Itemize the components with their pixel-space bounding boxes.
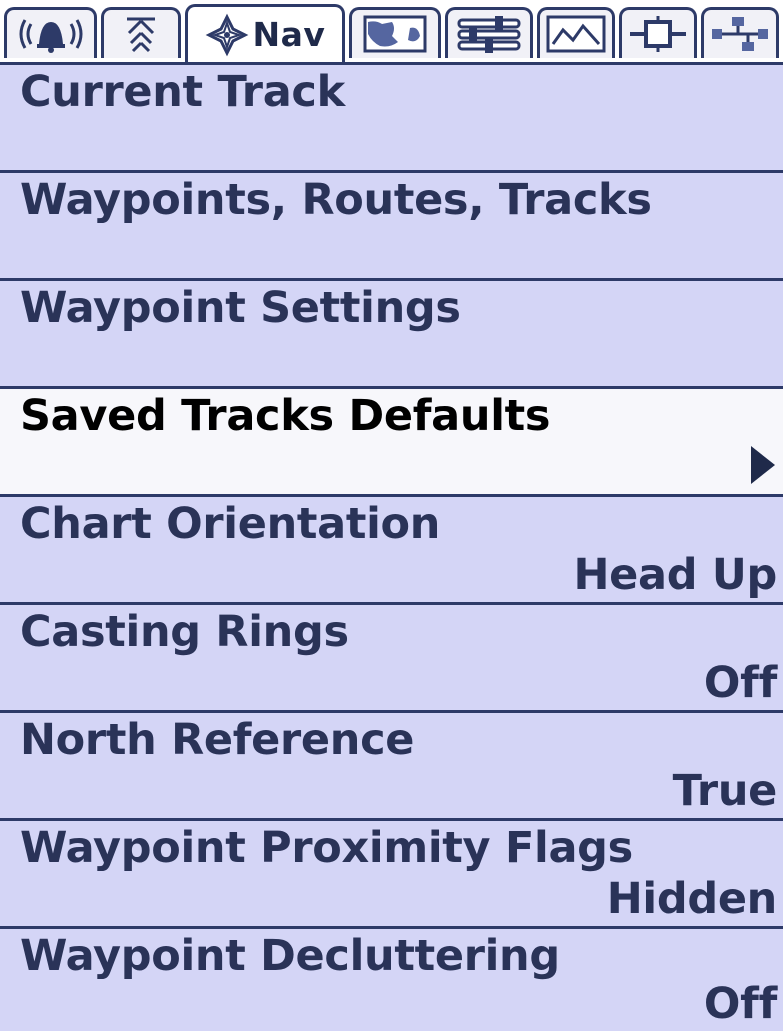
- nav-compass-icon: [205, 13, 249, 57]
- menu-item-casting-rings[interactable]: Casting Rings Off: [0, 602, 783, 710]
- menu-item-label: Waypoint Settings: [20, 283, 461, 333]
- menu-item-north-reference[interactable]: North Reference True: [0, 710, 783, 818]
- menu-item-chart-orientation[interactable]: Chart Orientation Head Up: [0, 494, 783, 602]
- tab-network[interactable]: [701, 7, 779, 58]
- menu-item-value: Head Up: [573, 550, 777, 600]
- menu-item-value: Off: [703, 658, 777, 708]
- menu-item-saved-tracks-defaults[interactable]: Saved Tracks Defaults: [0, 386, 783, 494]
- tab-chart[interactable]: [349, 7, 441, 58]
- chart-map-icon: [362, 14, 428, 54]
- tab-nav[interactable]: Nav: [185, 4, 345, 62]
- settings-sliders-icon: [455, 14, 523, 54]
- menu-item-label: North Reference: [20, 715, 415, 765]
- tab-setup[interactable]: [445, 7, 533, 58]
- menu-item-value: Hidden: [606, 874, 778, 924]
- tab-alarms[interactable]: [4, 7, 97, 58]
- menu-item-label: Saved Tracks Defaults: [20, 391, 551, 441]
- tab-nav-label: Nav: [252, 15, 326, 54]
- menu-item-label: Waypoint Proximity Flags: [20, 823, 633, 873]
- accessory-module-icon: [628, 14, 688, 54]
- tab-accessories[interactable]: [619, 7, 697, 58]
- menu-item-label: Chart Orientation: [20, 499, 441, 549]
- menu-item-value: Off: [703, 979, 777, 1029]
- view-screen-icon: [545, 14, 607, 54]
- menu-item-label: Casting Rings: [20, 607, 349, 657]
- menu-item-label: Waypoint Decluttering: [20, 931, 560, 981]
- menu-item-waypoints-routes-tracks[interactable]: Waypoints, Routes, Tracks: [0, 170, 783, 278]
- menu-item-label: Current Track: [20, 67, 345, 117]
- menu-item-waypoint-settings[interactable]: Waypoint Settings: [0, 278, 783, 386]
- tab-bar: Nav: [0, 0, 783, 62]
- alarm-icon: [15, 14, 87, 54]
- nav-menu-list: Current Track Waypoints, Routes, Tracks …: [0, 62, 783, 1031]
- network-icon: [710, 14, 770, 54]
- tab-views[interactable]: [537, 7, 615, 58]
- menu-item-waypoint-proximity-flags[interactable]: Waypoint Proximity Flags Hidden: [0, 818, 783, 926]
- tab-sonar[interactable]: [101, 7, 181, 58]
- menu-item-waypoint-decluttering[interactable]: Waypoint Decluttering Off: [0, 926, 783, 1031]
- menu-item-label: Waypoints, Routes, Tracks: [20, 175, 652, 225]
- menu-item-value: True: [672, 766, 778, 816]
- chevron-right-icon: [751, 446, 775, 484]
- menu-item-current-track[interactable]: Current Track: [0, 62, 783, 170]
- sonar-icon: [119, 13, 163, 55]
